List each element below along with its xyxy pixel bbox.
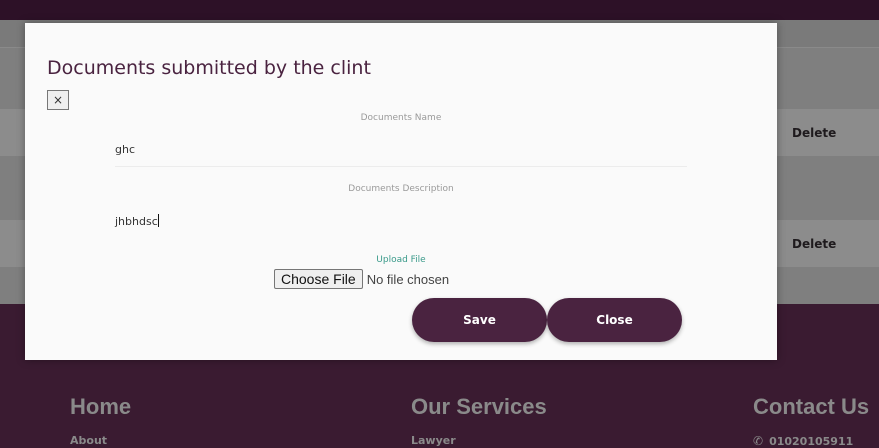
footer-contact-column: Contact Us ✆ 01020105911 xyxy=(753,394,869,448)
footer-home-column: Home About xyxy=(70,394,131,447)
documents-name-input[interactable]: ghc xyxy=(115,133,687,167)
text-cursor xyxy=(157,214,159,227)
documents-description-value: jhbhdsc xyxy=(115,215,158,228)
footer-contact-heading: Contact Us xyxy=(753,394,870,419)
footer-phone-number: 01020105911 xyxy=(769,435,854,448)
delete-button[interactable]: Delete xyxy=(792,126,836,140)
footer-link-about[interactable]: About xyxy=(70,434,131,447)
top-bar xyxy=(0,0,879,20)
close-icon[interactable]: × xyxy=(47,90,69,110)
delete-button[interactable]: Delete xyxy=(792,237,836,251)
footer-services-column: Our Services Lawyer xyxy=(411,394,547,447)
documents-description-label: Documents Description xyxy=(348,184,454,194)
close-button[interactable]: Close xyxy=(547,298,682,342)
documents-modal: Documents submitted by the clint × Docum… xyxy=(25,23,777,360)
file-input: Choose File No file chosen xyxy=(274,269,449,289)
file-status: No file chosen xyxy=(366,271,450,287)
documents-description-input[interactable]: jhbhdsc xyxy=(115,204,687,238)
save-button[interactable]: Save xyxy=(412,298,547,342)
modal-title: Documents submitted by the clint xyxy=(47,57,371,79)
footer-home-heading: Home xyxy=(70,394,132,419)
choose-file-button[interactable]: Choose File xyxy=(274,269,363,289)
phone-icon: ✆ xyxy=(753,434,764,448)
footer-services-heading: Our Services xyxy=(411,394,547,419)
footer-phone[interactable]: ✆ 01020105911 xyxy=(753,434,869,448)
footer-link-lawyer[interactable]: Lawyer xyxy=(411,434,547,447)
documents-name-label: Documents Name xyxy=(360,113,442,123)
documents-name-value: ghc xyxy=(115,143,136,156)
upload-file-label: Upload File xyxy=(376,255,426,265)
